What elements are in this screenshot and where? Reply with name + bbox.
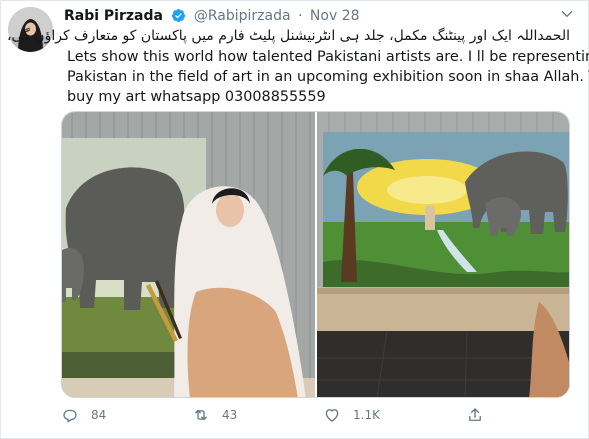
chevron-down-icon[interactable]: [559, 6, 575, 22]
share-button[interactable]: [466, 404, 496, 426]
retweet-icon: [195, 409, 207, 421]
heart-icon: [325, 409, 339, 422]
tweet-text-line: Lets show this world how talented Pakist…: [67, 49, 589, 65]
artist-photo-image: [62, 112, 315, 397]
share-icon: [469, 408, 481, 421]
verified-badge-icon: [172, 8, 186, 23]
reply-button[interactable]: 84: [61, 404, 106, 426]
tweet-text-line: buy my art whatsapp 03008855559: [67, 89, 326, 105]
tweet-media[interactable]: [61, 111, 570, 398]
reply-icon: [63, 409, 77, 423]
separator-dot: ·: [298, 8, 303, 24]
reply-count: 84: [91, 408, 107, 422]
tweet-date[interactable]: Nov 28: [310, 6, 360, 26]
media-photo-painting[interactable]: [317, 112, 569, 397]
like-count: 1.1K: [353, 408, 380, 422]
tweet-text-english: Lets show this world how talented Pakist…: [67, 47, 589, 107]
author-handle[interactable]: @Rabipirzada: [194, 6, 291, 26]
tweet-text-urdu: الحمداللہ ایک اور پینٹنگ مکمل، جلد ہی ان…: [6, 28, 570, 44]
retweet-count: 43: [222, 408, 238, 422]
painting-photo-image: [317, 112, 569, 397]
like-button[interactable]: 1.1K: [323, 404, 380, 426]
tweet-header: Rabi Pirzada @Rabipirzada · Nov 28: [64, 6, 360, 26]
author-name[interactable]: Rabi Pirzada: [64, 6, 163, 26]
retweet-button[interactable]: 43: [192, 404, 237, 426]
media-photo-artist[interactable]: [62, 112, 315, 397]
tweet-text-line: Pakistan in the field of art in an upcom…: [67, 69, 589, 85]
tweet-action-bar: 84 43 1.1K: [61, 404, 534, 426]
